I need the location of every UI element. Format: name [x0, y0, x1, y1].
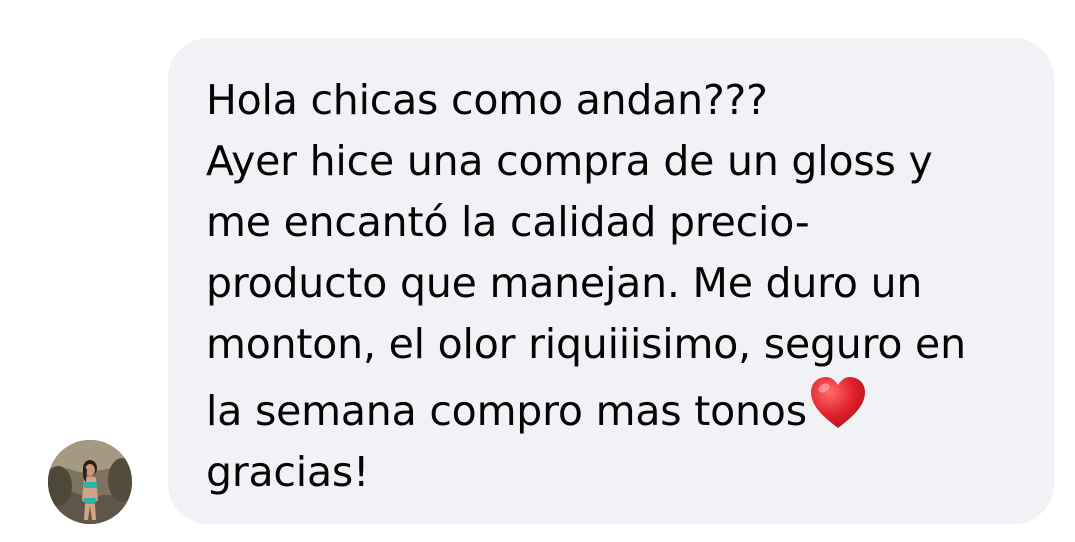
avatar-photo	[48, 440, 132, 524]
next-message-edge	[260, 536, 700, 542]
message-text: Hola chicas como andan??? Ayer hice una …	[206, 70, 1036, 503]
message-line: la semana compro mas tonos	[206, 387, 807, 435]
message-line: gracias!	[206, 448, 370, 496]
sender-avatar[interactable]	[48, 440, 132, 524]
message-line: me encantó la calidad precio-	[206, 198, 810, 246]
message-line: producto que manejan. Me duro un	[206, 259, 923, 307]
message-line-with-emoji: la semana compro mas tonos	[206, 375, 1036, 442]
message-line: monton, el olor riquiiisimo, seguro en	[206, 320, 966, 368]
red-heart-icon	[810, 377, 865, 428]
chat-view: Hola chicas como andan??? Ayer hice una …	[0, 0, 1075, 542]
message-line: Hola chicas como andan???	[206, 76, 768, 124]
message-line: Ayer hice una compra de un gloss y	[206, 137, 933, 185]
